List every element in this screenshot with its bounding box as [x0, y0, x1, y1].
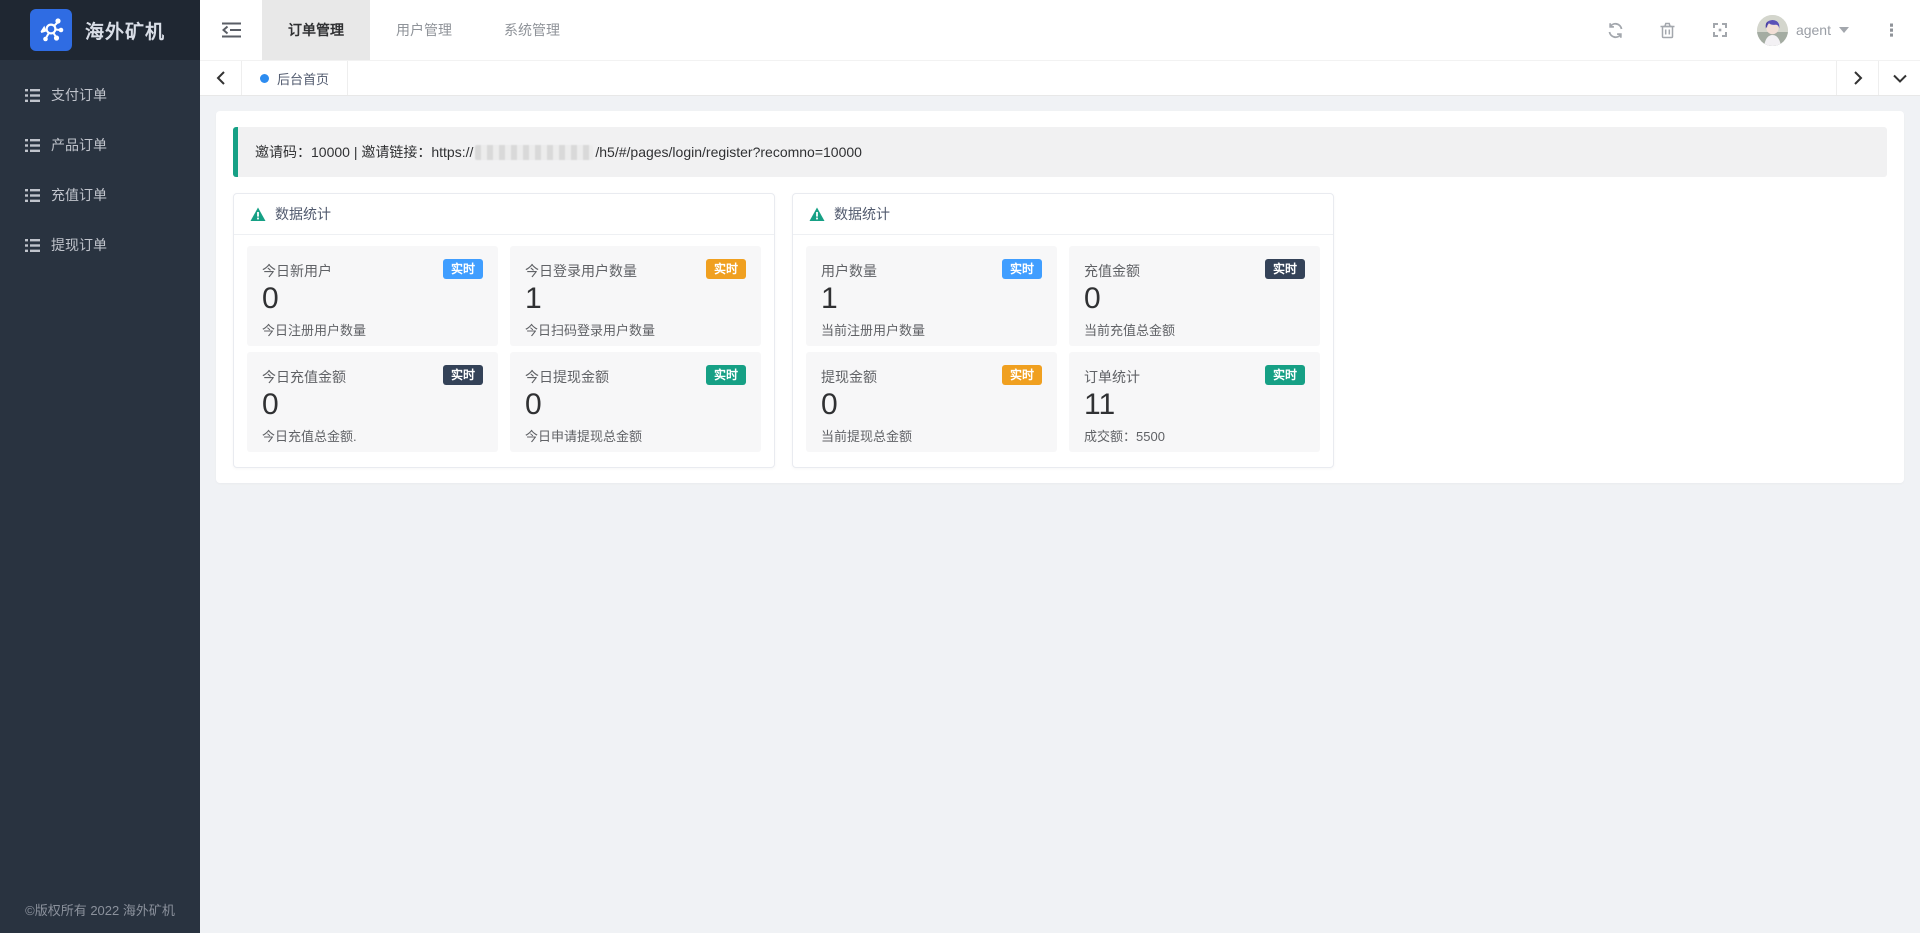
stat-tile-subtitle: 今日扫码登录用户数量	[525, 322, 656, 338]
realtime-badge: 实时	[1264, 259, 1305, 280]
sidebar-item-2[interactable]: 充值订单	[0, 170, 200, 220]
stat-tile-label: 订单统计	[1084, 369, 1140, 385]
stat-card-body: 用户数量 实时 1 当前注册用户数量 充值金额 实时 0 当前充值总金额 提现金…	[793, 235, 1333, 467]
stat-tile: 用户数量 实时 1 当前注册用户数量	[806, 246, 1057, 346]
sidebar: 海外矿机 支付订单 产品订单 充值订单 提现订单 ©版权所有 2022 海外矿机	[0, 0, 200, 933]
stat-card-header: 数据统计	[234, 194, 774, 235]
invite-banner: 邀请码：10000 | 邀请链接：https:// /h5/#/pages/log…	[233, 127, 1887, 177]
chevron-down-icon	[1839, 27, 1849, 33]
header-actions: agent ⋮	[1607, 0, 1920, 60]
active-dot-icon	[260, 73, 269, 83]
stat-tile-value: 0	[525, 388, 542, 421]
warning-triangle-icon	[250, 207, 266, 221]
stat-tile-subtitle: 今日充值总金额.	[262, 428, 357, 444]
tagbar-spacer	[348, 61, 1836, 95]
stat-tile: 今日提现金额 实时 0 今日申请提现总金额	[510, 352, 761, 452]
sidebar-item-3[interactable]: 提现订单	[0, 220, 200, 270]
warning-triangle-icon	[809, 207, 825, 221]
stat-tile-label: 今日提现金额	[525, 369, 609, 385]
app-title: 海外矿机	[85, 21, 166, 43]
stat-tile: 提现金额 实时 0 当前提现总金额	[806, 352, 1057, 452]
realtime-badge: 实时	[705, 259, 746, 280]
realtime-badge: 实时	[1001, 259, 1042, 280]
main-area: 订单管理 用户管理 系统管理 agent ⋮ 后台首页 邀请码：10000 | …	[200, 0, 1920, 933]
page-content: 邀请码：10000 | 邀请链接：https:// /h5/#/pages/log…	[200, 97, 1920, 933]
refresh-icon[interactable]	[1607, 21, 1625, 39]
stat-tile-value: 11	[1084, 388, 1116, 421]
tag-bar: 后台首页	[200, 60, 1920, 96]
stat-cards-row: 数据统计 今日新用户 实时 0 今日注册用户数量 今日登录用户数量 实时 1 今…	[233, 193, 1887, 468]
stat-tile-subtitle: 当前充值总金额	[1084, 322, 1176, 338]
stat-card-title: 数据统计	[275, 206, 331, 222]
sidebar-item-label: 产品订单	[51, 137, 107, 153]
invite-text-prefix: 邀请码：10000 | 邀请链接：https://	[255, 144, 474, 160]
stat-tile-subtitle: 当前提现总金额	[821, 428, 913, 444]
stat-tile-label: 今日登录用户数量	[525, 263, 637, 279]
stat-tile-value: 1	[821, 282, 838, 315]
stat-tile-label: 提现金额	[821, 369, 877, 385]
tags-scroll-right-icon[interactable]	[1836, 61, 1878, 95]
stat-tile-value: 0	[262, 388, 279, 421]
sidebar-item-0[interactable]: 支付订单	[0, 70, 200, 120]
top-header: 订单管理 用户管理 系统管理 agent ⋮	[200, 0, 1920, 60]
stat-card-body: 今日新用户 实时 0 今日注册用户数量 今日登录用户数量 实时 1 今日扫码登录…	[234, 235, 774, 467]
redacted-domain	[475, 144, 594, 160]
list-icon	[25, 238, 40, 252]
stat-card-title: 数据统计	[834, 206, 890, 222]
logo-area: 海外矿机	[0, 0, 200, 60]
stat-tile-label: 充值金额	[1084, 263, 1140, 279]
tags-scroll-left-icon[interactable]	[200, 61, 242, 95]
stat-tile: 今日登录用户数量 实时 1 今日扫码登录用户数量	[510, 246, 761, 346]
stat-tile-subtitle: 今日注册用户数量	[262, 322, 367, 338]
dashboard-panel: 邀请码：10000 | 邀请链接：https:// /h5/#/pages/log…	[216, 111, 1904, 483]
user-menu[interactable]: agent	[1756, 14, 1849, 46]
top-nav-tab-2[interactable]: 系统管理	[478, 0, 586, 60]
realtime-badge: 实时	[1001, 365, 1042, 386]
stat-tile-value: 1	[525, 282, 542, 315]
stat-tile: 今日新用户 实时 0 今日注册用户数量	[247, 246, 498, 346]
stat-tile: 今日充值金额 实时 0 今日充值总金额.	[247, 352, 498, 452]
more-options-icon[interactable]: ⋮	[1883, 22, 1900, 39]
trash-icon[interactable]	[1659, 21, 1677, 39]
list-icon	[25, 138, 40, 152]
tab-home-label: 后台首页	[277, 71, 330, 87]
avatar	[1756, 14, 1788, 46]
sidebar-item-label: 提现订单	[51, 237, 107, 253]
tags-menu-icon[interactable]	[1878, 61, 1920, 95]
list-icon	[25, 188, 40, 202]
realtime-badge: 实时	[705, 365, 746, 386]
sidebar-item-label: 充值订单	[51, 187, 107, 203]
stat-tile: 订单统计 实时 11 成交额：5500	[1069, 352, 1320, 452]
stat-card-header: 数据统计	[793, 194, 1333, 235]
stat-tile-value: 0	[262, 282, 279, 315]
stat-tile-value: 0	[821, 388, 838, 421]
sidebar-collapse-icon[interactable]	[200, 0, 262, 60]
realtime-badge: 实时	[1264, 365, 1305, 386]
sidebar-item-1[interactable]: 产品订单	[0, 120, 200, 170]
list-icon	[25, 88, 40, 102]
tab-home[interactable]: 后台首页	[242, 61, 349, 95]
stat-card-0: 数据统计 今日新用户 实时 0 今日注册用户数量 今日登录用户数量 实时 1 今…	[233, 193, 775, 468]
stat-tile-subtitle: 当前注册用户数量	[821, 322, 926, 338]
top-nav-tab-0[interactable]: 订单管理	[262, 0, 370, 60]
stat-card-1: 数据统计 用户数量 实时 1 当前注册用户数量 充值金额 实时 0 当前充值总金…	[792, 193, 1334, 468]
realtime-badge: 实时	[442, 365, 483, 386]
stat-tile-subtitle: 成交额：5500	[1084, 428, 1165, 444]
sidebar-menu: 支付订单 产品订单 充值订单 提现订单	[0, 60, 200, 270]
stat-tile: 充值金额 实时 0 当前充值总金额	[1069, 246, 1320, 346]
stat-tile-value: 0	[1084, 282, 1101, 315]
top-nav-tabs: 订单管理 用户管理 系统管理	[262, 0, 586, 60]
app-logo-icon	[30, 9, 72, 51]
user-name: agent	[1795, 22, 1831, 38]
stat-tile-label: 用户数量	[821, 263, 877, 279]
fullscreen-icon[interactable]	[1711, 21, 1729, 39]
stat-tile-label: 今日充值金额	[262, 369, 346, 385]
copyright-text: ©版权所有 2022 海外矿机	[25, 903, 175, 918]
stat-tile-label: 今日新用户	[262, 263, 332, 279]
realtime-badge: 实时	[442, 259, 483, 280]
sidebar-item-label: 支付订单	[51, 87, 107, 103]
stat-tile-subtitle: 今日申请提现总金额	[525, 428, 643, 444]
top-nav-tab-1[interactable]: 用户管理	[370, 0, 478, 60]
invite-text-suffix: /h5/#/pages/login/register?recomno=10000	[595, 144, 862, 160]
